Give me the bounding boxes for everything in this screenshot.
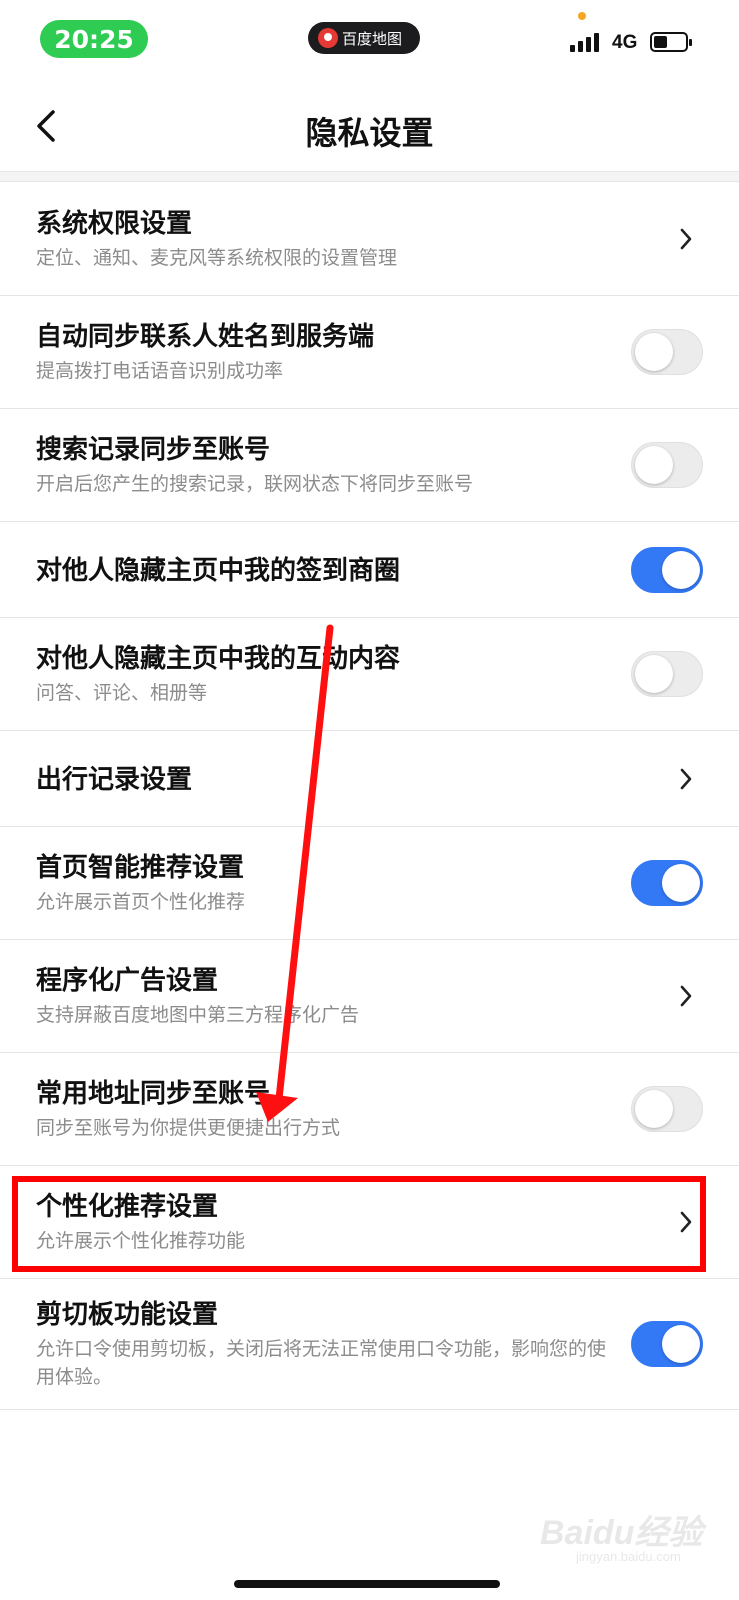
settings-toggle[interactable] <box>631 651 703 697</box>
settings-row-title: 自动同步联系人姓名到服务端 <box>36 321 375 351</box>
settings-row-subtitle: 提高拨打电话语音识别成功率 <box>36 361 284 382</box>
section-divider <box>0 172 739 182</box>
settings-row-title: 搜索记录同步至账号 <box>36 434 271 464</box>
toggle-knob <box>635 1090 673 1128</box>
chevron-right-icon <box>679 767 693 791</box>
toggle-knob <box>662 550 700 589</box>
cellular-signal-icon <box>570 32 599 52</box>
toggle-knob <box>635 655 673 693</box>
settings-row[interactable]: 系统权限设置定位、通知、麦克风等系统权限的设置管理 <box>0 183 739 296</box>
settings-row-title: 系统权限设置 <box>36 208 193 238</box>
chevron-right-icon <box>679 227 693 251</box>
watermark-brand: Baidu经验 <box>540 1514 703 1552</box>
battery-icon <box>650 32 692 52</box>
settings-row-subtitle: 允许展示个性化推荐功能 <box>36 1231 246 1252</box>
page-title: 隐私设置 <box>305 115 434 151</box>
settings-row[interactable]: 程序化广告设置支持屏蔽百度地图中第三方程序化广告 <box>0 940 739 1053</box>
settings-row-title: 程序化广告设置 <box>36 965 219 995</box>
settings-row[interactable]: 剪切板功能设置允许口令使用剪切板，关闭后将无法正常使用口令功能，影响您的使用体验… <box>0 1279 739 1410</box>
settings-row[interactable]: 搜索记录同步至账号开启后您产生的搜索记录，联网状态下将同步至账号 <box>0 409 739 522</box>
baidu-map-logo-icon <box>318 28 338 48</box>
settings-row-subtitle: 开启后您产生的搜索记录，联网状态下将同步至账号 <box>36 474 474 495</box>
settings-row[interactable]: 自动同步联系人姓名到服务端提高拨打电话语音识别成功率 <box>0 296 739 409</box>
settings-row-subtitle: 同步至账号为你提供更便捷出行方式 <box>36 1118 341 1139</box>
settings-row-title: 出行记录设置 <box>36 763 193 794</box>
settings-row-title: 首页智能推荐设置 <box>36 852 245 882</box>
active-app-label: 百度地图 <box>342 30 403 48</box>
settings-toggle[interactable] <box>631 442 703 488</box>
settings-toggle[interactable] <box>631 860 703 906</box>
settings-row-subtitle: 允许口令使用剪切板，关闭后将无法正常使用口令功能，影响您的使用体验。 <box>36 1339 607 1388</box>
home-indicator[interactable] <box>234 1580 500 1588</box>
status-time: 20:25 <box>40 20 148 58</box>
settings-row[interactable]: 对他人隐藏主页中我的签到商圈 <box>0 522 739 618</box>
toggle-knob <box>662 1325 700 1363</box>
chevron-right-icon <box>679 984 693 1008</box>
privacy-indicator-dot <box>578 12 586 20</box>
settings-row-title: 对他人隐藏主页中我的签到商圈 <box>36 554 401 585</box>
watermark-url: jingyan.baidu.com <box>576 1549 681 1564</box>
navigation-bar: 隐私设置 <box>0 80 739 172</box>
settings-row-subtitle: 问答、评论、相册等 <box>36 683 208 704</box>
settings-row-subtitle: 允许展示首页个性化推荐 <box>36 892 246 913</box>
settings-row[interactable]: 对他人隐藏主页中我的互动内容问答、评论、相册等 <box>0 618 739 731</box>
settings-row-title: 常用地址同步至账号 <box>36 1078 271 1108</box>
settings-list: 系统权限设置定位、通知、麦克风等系统权限的设置管理自动同步联系人姓名到服务端提高… <box>0 183 739 1410</box>
settings-row-title: 对他人隐藏主页中我的互动内容 <box>36 643 401 673</box>
settings-toggle[interactable] <box>631 546 703 593</box>
toggle-knob <box>662 864 700 902</box>
settings-toggle[interactable] <box>631 329 703 375</box>
settings-row[interactable]: 出行记录设置 <box>0 731 739 827</box>
status-bar: 20:25 百度地图 4G <box>0 0 739 80</box>
settings-row[interactable]: 常用地址同步至账号同步至账号为你提供更便捷出行方式 <box>0 1053 739 1166</box>
network-type: 4G <box>612 32 638 53</box>
active-app-indicator[interactable]: 百度地图 <box>308 22 420 54</box>
settings-row-title: 个性化推荐设置 <box>36 1191 219 1221</box>
settings-row-title: 剪切板功能设置 <box>36 1299 219 1329</box>
baidu-jingyan-watermark: Baidu经验 jingyan.baidu.com <box>540 1505 720 1585</box>
chevron-right-icon <box>679 1210 693 1234</box>
settings-row-subtitle: 定位、通知、麦克风等系统权限的设置管理 <box>36 248 398 269</box>
settings-row[interactable]: 个性化推荐设置允许展示个性化推荐功能 <box>0 1166 739 1279</box>
toggle-knob <box>635 333 673 371</box>
toggle-knob <box>635 446 673 484</box>
settings-row[interactable]: 首页智能推荐设置允许展示首页个性化推荐 <box>0 827 739 940</box>
settings-row-subtitle: 支持屏蔽百度地图中第三方程序化广告 <box>36 1005 360 1026</box>
settings-toggle[interactable] <box>631 1086 703 1132</box>
settings-toggle[interactable] <box>631 1321 703 1367</box>
